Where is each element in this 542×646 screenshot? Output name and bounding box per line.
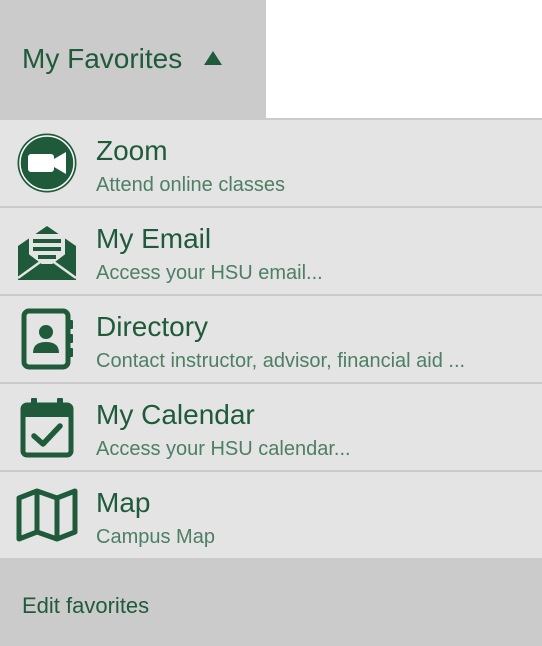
favorite-subtitle: Access your HSU email...	[96, 262, 323, 284]
open-envelope-icon	[16, 220, 78, 282]
favorite-subtitle: Attend online classes	[96, 174, 286, 196]
favorite-item-map[interactable]: Map Campus Map	[0, 472, 542, 558]
favorite-item-calendar[interactable]: My Calendar Access your HSU calendar...	[0, 384, 542, 470]
edit-favorites-link[interactable]: Edit favorites	[22, 593, 149, 619]
contact-book-icon	[16, 308, 78, 370]
favorite-subtitle: Access your HSU calendar...	[96, 438, 351, 460]
video-camera-icon	[16, 132, 78, 194]
favorite-title: My Calendar	[96, 399, 255, 430]
favorite-item-zoom[interactable]: Zoom Attend online classes	[0, 120, 542, 206]
favorite-title: Map	[96, 487, 151, 518]
favorite-item-directory[interactable]: Directory Contact instructor, advisor, f…	[0, 296, 542, 382]
folded-map-icon	[16, 484, 78, 546]
favorite-title: My Email	[96, 223, 212, 254]
caret-up-icon	[204, 51, 223, 65]
favorites-panel: Zoom Attend online classes My Email Acce…	[0, 118, 542, 646]
favorite-subtitle: Contact instructor, advisor, financial a…	[96, 350, 466, 372]
favorite-item-email[interactable]: My Email Access your HSU email...	[0, 208, 542, 294]
favorite-title: Zoom	[96, 135, 168, 166]
favorite-subtitle: Campus Map	[96, 526, 215, 548]
my-favorites-toggle[interactable]: My Favorites	[0, 0, 266, 118]
favorite-title: Directory	[96, 311, 209, 342]
calendar-check-icon	[16, 396, 78, 458]
my-favorites-title: My Favorites	[22, 43, 183, 74]
